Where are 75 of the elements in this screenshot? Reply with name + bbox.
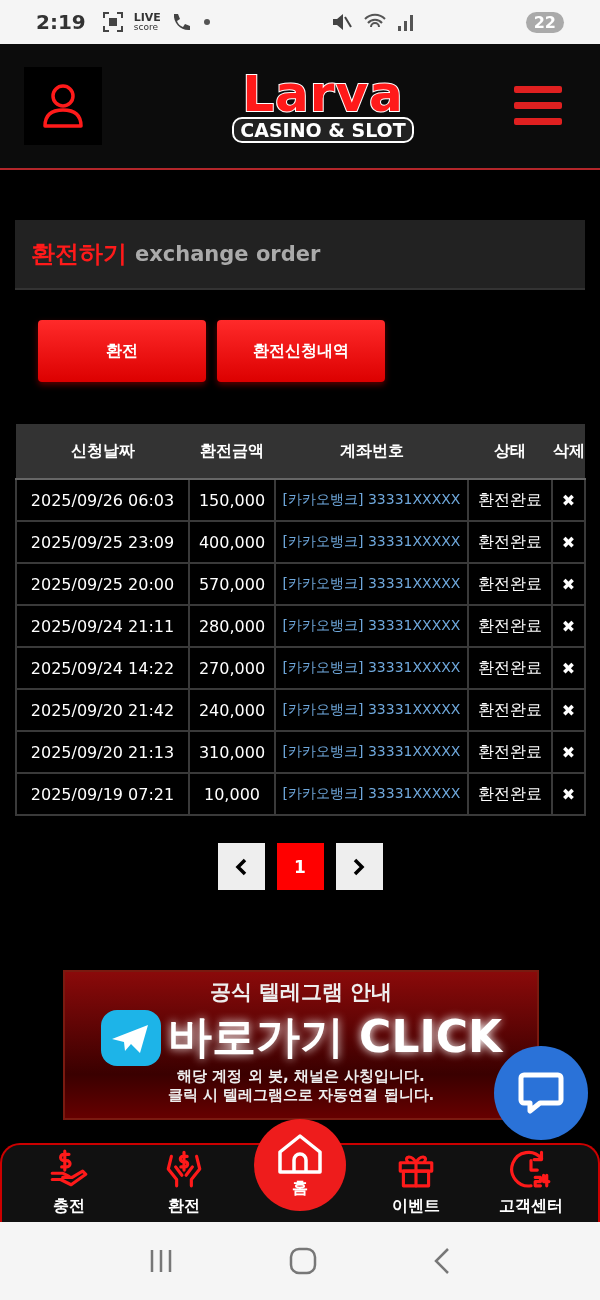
previous-page-button[interactable] bbox=[217, 843, 265, 890]
chat-icon bbox=[518, 1071, 564, 1115]
telegram-banner[interactable]: 공식 텔레그램 안내 바로가기 CLICK 해당 계정 외 봇, 채널은 사칭입니다. 클릭 시 텔레그램으로 자동연결 됩니다. bbox=[63, 970, 539, 1120]
nav-item[interactable]: 이벤트 bbox=[370, 1148, 461, 1223]
amount-cell: 310,000 bbox=[189, 731, 275, 773]
amount-cell: 150,000 bbox=[189, 479, 275, 521]
signal-icon bbox=[397, 12, 416, 32]
banner-cta: 바로가기 CLICK bbox=[167, 1010, 503, 1064]
score-label: score bbox=[133, 22, 159, 31]
page-button[interactable]: 1 bbox=[276, 843, 324, 890]
date-cell: 2025/09/25 20:00 bbox=[16, 563, 189, 605]
dot-icon bbox=[202, 18, 211, 26]
mute-icon bbox=[331, 11, 354, 33]
status-cell: 환전완료 bbox=[468, 689, 552, 731]
date-cell: 2025/09/24 14:22 bbox=[16, 647, 189, 689]
logo-subtitle: CASINO & SLOT bbox=[232, 117, 414, 143]
date-cell: 2025/09/19 07:21 bbox=[16, 773, 189, 815]
date-cell: 2025/09/20 21:13 bbox=[16, 731, 189, 773]
home-nav-button[interactable] bbox=[289, 1247, 317, 1275]
nav-item[interactable]: 고객센터 bbox=[485, 1148, 576, 1223]
amount-cell: 270,000 bbox=[189, 647, 275, 689]
column-header: 삭제 bbox=[552, 424, 585, 479]
nav-item[interactable]: 충전 bbox=[24, 1148, 115, 1223]
action-button[interactable]: 환전신청내역 bbox=[217, 320, 385, 382]
banner-heading: 공식 텔레그램 안내 bbox=[209, 979, 393, 1006]
account-cell: [카카오뱅크] 33331XXXXX bbox=[275, 605, 468, 647]
column-header: 상태 bbox=[468, 424, 552, 479]
column-header: 신청날짜 bbox=[16, 424, 189, 479]
menu-button[interactable] bbox=[514, 84, 562, 128]
user-icon bbox=[41, 83, 85, 129]
logo-title: Larva bbox=[242, 69, 404, 119]
status-cell: 환전완료 bbox=[468, 563, 552, 605]
account-cell: [카카오뱅크] 33331XXXXX bbox=[275, 563, 468, 605]
amount-cell: 240,000 bbox=[189, 689, 275, 731]
account-cell: [카카오뱅크] 33331XXXXX bbox=[275, 773, 468, 815]
status-cell: 환전완료 bbox=[468, 773, 552, 815]
action-button[interactable]: 환전 bbox=[38, 320, 206, 382]
section-title: 환전하기 bbox=[31, 239, 127, 270]
account-cell: [카카오뱅크] 33331XXXXX bbox=[275, 521, 468, 563]
chevron-right-icon bbox=[352, 857, 366, 876]
date-cell: 2025/09/20 21:42 bbox=[16, 689, 189, 731]
battery-level: 22 bbox=[525, 11, 564, 33]
account-cell: [카카오뱅크] 33331XXXXX bbox=[275, 689, 468, 731]
home-icon bbox=[276, 1131, 324, 1176]
status-cell: 환전완료 bbox=[468, 605, 552, 647]
chevron-left-icon bbox=[234, 857, 248, 876]
amount-cell: 10,000 bbox=[189, 773, 275, 815]
amount-cell: 280,000 bbox=[189, 605, 275, 647]
account-cell: [카카오뱅크] 33331XXXXX bbox=[275, 731, 468, 773]
paper-plane-icon bbox=[99, 1008, 162, 1067]
account-cell: [카카오뱅크] 33331XXXXX bbox=[275, 479, 468, 521]
date-cell: 2025/09/26 06:03 bbox=[16, 479, 189, 521]
home-button[interactable]: 홈 bbox=[254, 1119, 346, 1211]
amount-cell: 400,000 bbox=[189, 521, 275, 563]
account-cell: [카카오뱅크] 33331XXXXX bbox=[275, 647, 468, 689]
banner-note: 클릭 시 텔레그램으로 자동연결 됩니다. bbox=[167, 1085, 435, 1105]
menu-icon bbox=[514, 84, 562, 128]
date-cell: 2025/09/24 21:11 bbox=[16, 605, 189, 647]
banner-note: 해당 계정 외 봇, 채널은 사칭입니다. bbox=[177, 1067, 425, 1086]
status-cell: 환전완료 bbox=[468, 521, 552, 563]
nav-item[interactable]: 환전 bbox=[139, 1148, 230, 1223]
user-button[interactable] bbox=[24, 67, 102, 145]
status-cell: 환전완료 bbox=[468, 731, 552, 773]
column-header: 계좌번호 bbox=[275, 424, 468, 479]
screenshot-icon bbox=[101, 11, 124, 33]
section-subtitle: exchange order bbox=[135, 242, 321, 266]
amount-cell: 570,000 bbox=[189, 563, 275, 605]
status-time: 2:19 bbox=[36, 10, 86, 34]
date-cell: 2025/09/25 23:09 bbox=[16, 521, 189, 563]
clock-24-icon bbox=[509, 1148, 552, 1190]
live-label: LIVE bbox=[133, 13, 161, 23]
status-cell: 환전완료 bbox=[468, 479, 552, 521]
next-page-button[interactable] bbox=[335, 843, 383, 890]
column-header: 환전금액 bbox=[189, 424, 275, 479]
status-cell: 환전완료 bbox=[468, 647, 552, 689]
